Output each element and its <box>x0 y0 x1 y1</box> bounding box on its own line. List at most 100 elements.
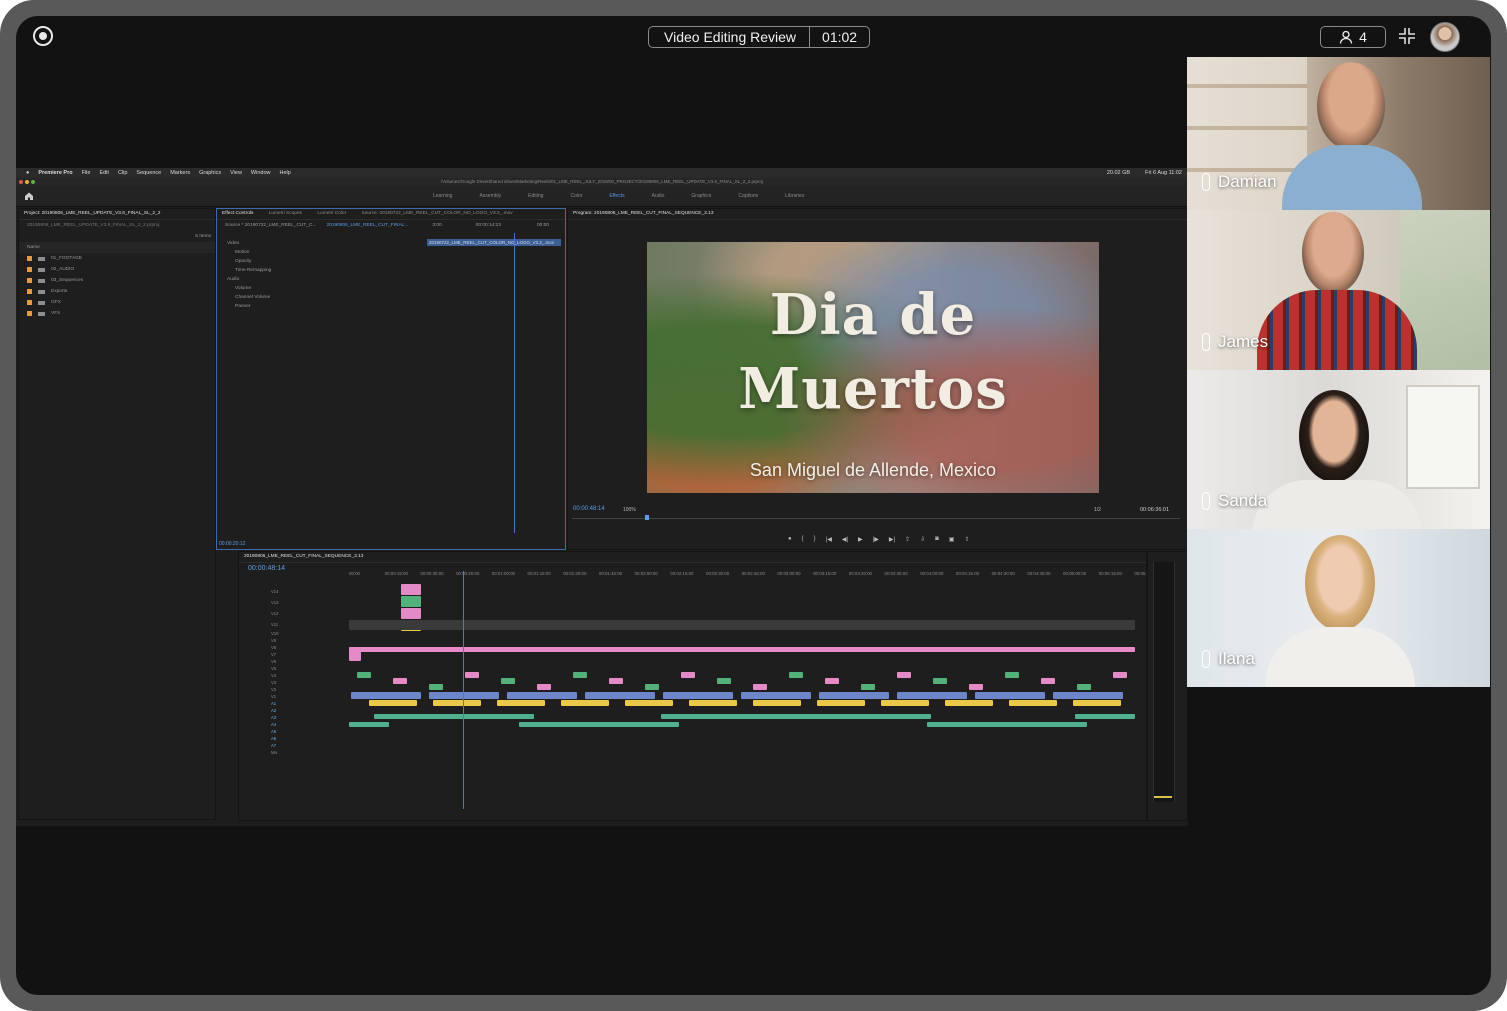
timeline-clip[interactable] <box>374 714 534 719</box>
timeline-clip[interactable] <box>401 584 421 595</box>
timeline-clip[interactable] <box>401 608 421 619</box>
track-header[interactable]: A7 <box>257 742 347 749</box>
timeline-clip[interactable] <box>465 672 479 678</box>
tab-lumetri-scopes[interactable]: Lumetri Scopes <box>269 211 302 216</box>
menu-help[interactable]: Help <box>279 170 290 176</box>
tab-source[interactable]: Source: 20190722_LME_REEL_CUT_COLOR_NO_L… <box>362 211 513 216</box>
timeline-clip[interactable] <box>537 684 551 690</box>
timeline-clip[interactable] <box>753 684 767 690</box>
program-playhead[interactable] <box>645 515 649 520</box>
track-header[interactable]: V12 <box>257 608 347 619</box>
timeline-clip[interactable] <box>351 692 421 699</box>
microphone-icon[interactable] <box>1202 173 1210 191</box>
extract-icon[interactable]: ⇩ <box>920 536 925 543</box>
menu-window[interactable]: Window <box>251 170 271 176</box>
timeline-clip[interactable] <box>429 692 499 699</box>
timeline-tab[interactable]: 20190806_LME_REEL_CUT_FINAL_SEQUENCE_3.1… <box>239 552 1146 563</box>
microphone-icon[interactable] <box>1202 650 1210 668</box>
timeline-clip[interactable] <box>933 678 947 684</box>
participants-button[interactable]: 4 <box>1320 26 1386 48</box>
track-header[interactable]: A6 <box>257 735 347 742</box>
track-header[interactable]: V4 <box>257 672 347 679</box>
timeline-clip[interactable] <box>969 684 983 690</box>
out-icon[interactable]: } <box>814 536 816 543</box>
track-header[interactable]: A3 <box>257 714 347 721</box>
marker-icon[interactable]: ● <box>788 536 792 543</box>
ws-learning[interactable]: Learning <box>433 193 452 199</box>
participant-tile[interactable]: James <box>1187 210 1490 370</box>
timeline-clip[interactable] <box>825 678 839 684</box>
timeline-clip[interactable] <box>945 700 993 706</box>
step-back-icon[interactable]: ◀| <box>842 536 848 543</box>
go-to-out-icon[interactable]: ▶| <box>889 536 895 543</box>
timeline-clip[interactable] <box>349 647 361 661</box>
menu-edit[interactable]: Edit <box>99 170 108 176</box>
home-icon[interactable] <box>25 192 33 200</box>
fx-panner[interactable]: Panner <box>219 302 419 311</box>
timeline-clip[interactable] <box>357 672 371 678</box>
participant-tile[interactable]: Damian <box>1187 57 1490 210</box>
minimize-icon[interactable] <box>1397 26 1417 46</box>
timeline-clip[interactable] <box>741 692 811 699</box>
track-header[interactable]: V3 <box>257 679 347 686</box>
in-icon[interactable]: { <box>802 536 804 543</box>
track-header[interactable]: A2 <box>257 707 347 714</box>
go-to-in-icon[interactable]: |◀ <box>826 536 832 543</box>
track-header[interactable]: V9 <box>257 637 347 644</box>
window-controls[interactable] <box>19 180 35 184</box>
menu-file[interactable]: File <box>82 170 91 176</box>
timeline-clip[interactable] <box>1113 672 1127 678</box>
lift-icon[interactable]: ⇪ <box>905 536 910 543</box>
track-header[interactable]: V10 <box>257 630 347 637</box>
timeline-clip[interactable] <box>349 722 389 727</box>
track-header[interactable]: V2 <box>257 686 347 693</box>
timeline-clip[interactable] <box>819 692 889 699</box>
column-name[interactable]: Name <box>19 242 215 253</box>
timeline-clip[interactable] <box>927 722 1087 727</box>
menu-app[interactable]: Premiere Pro <box>38 170 72 176</box>
bin-row[interactable]: Exports <box>19 286 215 297</box>
timeline-clip[interactable] <box>585 692 655 699</box>
timeline-clip[interactable] <box>1073 700 1121 706</box>
timeline-clip[interactable] <box>681 672 695 678</box>
ws-audio[interactable]: Audio <box>652 193 665 199</box>
timeline-clip[interactable] <box>609 678 623 684</box>
compare-icon[interactable]: ▣ <box>949 536 955 543</box>
timeline-ruler[interactable]: 00:00 00:00:15:00 00:00:30:00 00:00:45:00 00… <box>349 571 1158 579</box>
camera-icon[interactable]: ◙ <box>935 536 939 543</box>
tab-effect-controls[interactable]: Effect Controls <box>222 211 253 216</box>
bin-row[interactable]: VFX <box>19 308 215 319</box>
participant-tile[interactable]: Sanda <box>1187 370 1490 529</box>
bin-row[interactable]: 02_AUDIO <box>19 264 215 275</box>
ws-color[interactable]: Color <box>570 193 582 199</box>
timeline-clip[interactable] <box>507 692 577 699</box>
timeline-clip[interactable] <box>501 678 515 684</box>
avatar[interactable] <box>1430 22 1460 52</box>
ws-captions[interactable]: Captions <box>738 193 758 199</box>
timeline-clip[interactable] <box>369 700 417 706</box>
track-header[interactable]: V14 <box>257 586 347 597</box>
timeline-clip[interactable] <box>393 678 407 684</box>
timeline-clip[interactable] <box>645 684 659 690</box>
timeline-clip[interactable] <box>349 647 1135 652</box>
timeline-clip[interactable] <box>573 672 587 678</box>
timeline-clip[interactable] <box>561 700 609 706</box>
ws-graphics[interactable]: Graphics <box>691 193 711 199</box>
menu-view[interactable]: View <box>230 170 242 176</box>
timeline-clip[interactable] <box>663 692 733 699</box>
track-header[interactable]: V13 <box>257 597 347 608</box>
fx-time-remapping[interactable]: Time Remapping <box>219 266 419 275</box>
program-tab[interactable]: Program: 20190806_LME_REEL_CUT_FINAL_SEQ… <box>568 209 1187 220</box>
tab-lumetri-color[interactable]: Lumetri Color <box>317 211 346 216</box>
track-header[interactable]: A1 <box>257 700 347 707</box>
track-header[interactable]: V5 <box>257 665 347 672</box>
timeline-clip[interactable] <box>1077 684 1091 690</box>
timeline-clip[interactable] <box>717 678 731 684</box>
ws-assembly[interactable]: Assembly <box>479 193 501 199</box>
timeline-clip[interactable] <box>625 700 673 706</box>
play-icon[interactable]: ▶ <box>858 536 863 543</box>
timeline-clip[interactable] <box>975 692 1045 699</box>
timeline-clip[interactable] <box>661 714 931 719</box>
track-header[interactable]: V11 <box>257 619 347 630</box>
export-icon[interactable]: ⇧ <box>964 536 969 543</box>
